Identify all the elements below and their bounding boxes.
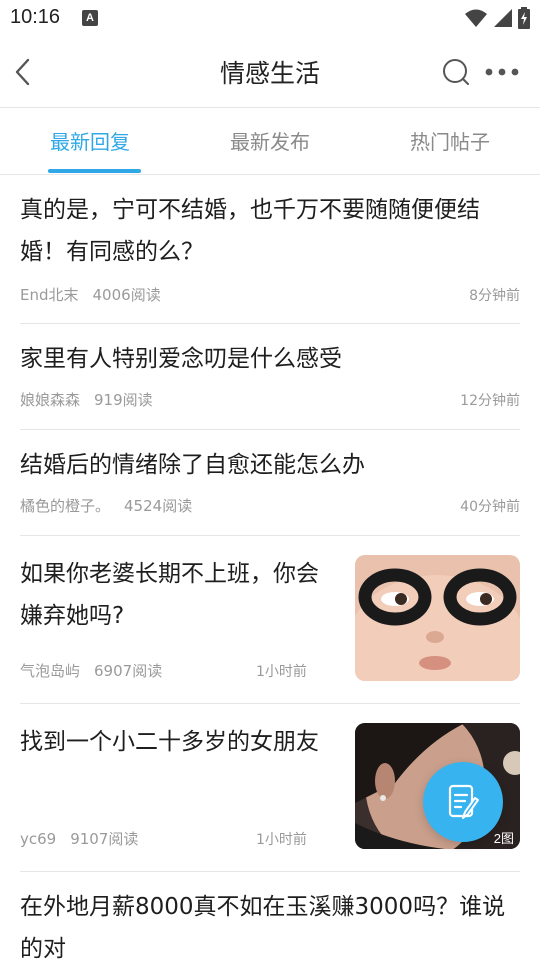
post-author: 橘色的橙子。 <box>20 497 111 515</box>
post-title: 找到一个小二十多岁的女朋友 <box>20 729 319 755</box>
post-thumbnail[interactable] <box>355 555 520 681</box>
post-views: 4006阅读 <box>92 286 161 304</box>
tab-latest-replies[interactable]: 最新回复 <box>0 109 180 175</box>
post-title: 真的是，宁可不结婚，也千万不要随随便便结婚！有同感的么？ <box>20 197 480 265</box>
post-author: yc69 <box>20 830 57 848</box>
status-icons <box>464 7 530 29</box>
tab-bar: 最新回复 最新发布 热门帖子 <box>0 109 540 175</box>
post-views: 919阅读 <box>94 391 153 409</box>
compose-post-button[interactable] <box>423 762 503 842</box>
post-item[interactable]: 结婚后的情绪除了自愈还能怎么办 橘色的橙子。 4524阅读 40分钟前 <box>20 430 520 536</box>
post-meta: 橘色的橙子。 4524阅读 <box>20 495 192 516</box>
top-nav-bar: 情感生活 <box>0 36 540 108</box>
more-dots-icon <box>485 68 519 76</box>
status-time: 10:16 <box>10 6 61 28</box>
battery-icon <box>518 7 530 29</box>
post-item[interactable]: 家里有人特别爱念叨是什么感受 娘娘森森 919阅读 12分钟前 <box>20 324 520 430</box>
post-author: 娘娘森森 <box>20 391 81 409</box>
post-meta: 气泡岛屿 6907阅读 <box>20 660 162 681</box>
more-button[interactable] <box>484 62 520 82</box>
tab-latest-posts[interactable]: 最新发布 <box>180 109 360 175</box>
post-author: 气泡岛屿 <box>20 662 81 680</box>
post-views: 6907阅读 <box>94 662 163 680</box>
post-time: 1小时前 <box>256 832 307 848</box>
active-tab-indicator <box>48 169 141 173</box>
search-button[interactable] <box>442 58 470 86</box>
wifi-icon <box>465 9 487 27</box>
post-time: 8分钟前 <box>469 288 520 304</box>
post-views: 4524阅读 <box>124 497 193 515</box>
post-meta: 娘娘森森 919阅读 <box>20 389 153 410</box>
post-time: 40分钟前 <box>460 499 520 515</box>
post-time: 1小时前 <box>256 664 307 680</box>
edit-note-icon <box>448 784 479 819</box>
signal-icon <box>494 9 512 27</box>
notification-icon: A <box>82 10 98 26</box>
post-meta: End北末 4006阅读 <box>20 284 161 305</box>
post-title: 结婚后的情绪除了自愈还能怎么办 <box>20 452 365 478</box>
thumbnail-image <box>355 555 520 681</box>
status-bar: 10:16 A <box>0 0 540 36</box>
search-icon <box>443 59 469 85</box>
post-title: 在外地月薪8000真不如在玉溪赚3000吗？谁说的对 <box>20 894 506 960</box>
post-item[interactable]: 真的是，宁可不结婚，也千万不要随随便便结婚！有同感的么？ End北末 4006阅读… <box>20 175 520 324</box>
post-author: End北末 <box>20 286 79 304</box>
post-title: 家里有人特别爱念叨是什么感受 <box>20 346 342 372</box>
post-item[interactable]: 在外地月薪8000真不如在玉溪赚3000吗？谁说的对 <box>20 872 520 960</box>
post-views: 9107阅读 <box>70 830 139 848</box>
post-title: 如果你老婆长期不上班，你会嫌弃她吗? <box>20 561 319 629</box>
post-meta: yc69 9107阅读 <box>20 828 138 849</box>
post-time: 12分钟前 <box>460 393 520 409</box>
post-item[interactable]: 如果你老婆长期不上班，你会嫌弃她吗? 气泡岛屿 6907阅读 1小时前 <box>20 536 520 704</box>
tab-hot-posts[interactable]: 热门帖子 <box>360 109 540 175</box>
